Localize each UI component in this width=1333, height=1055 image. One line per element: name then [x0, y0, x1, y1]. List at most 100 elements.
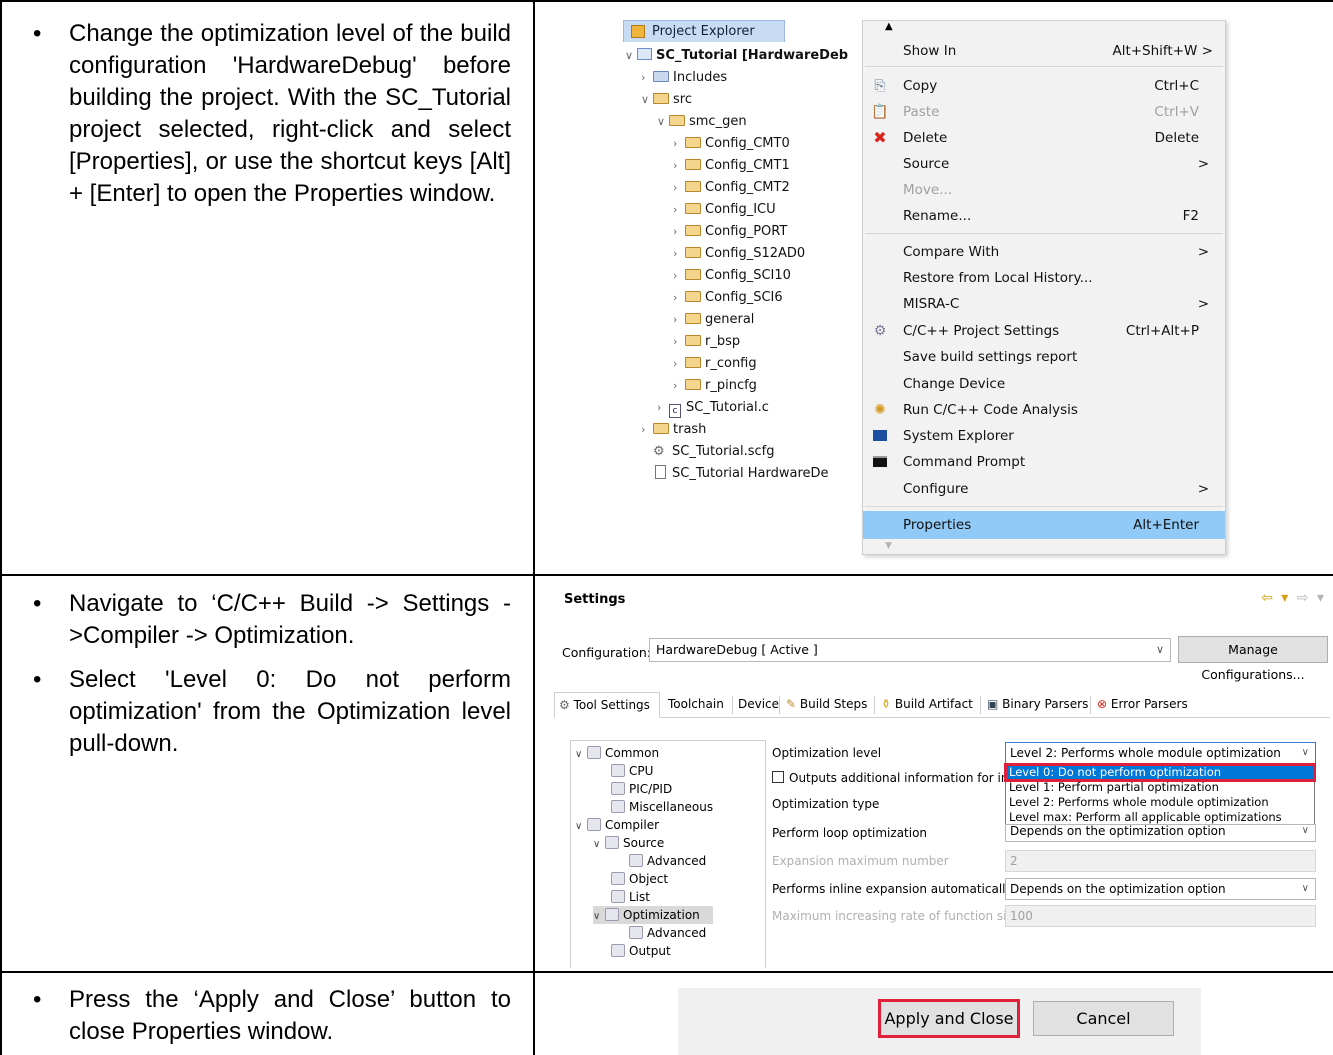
tree-label: SC_Tutorial.scfg	[672, 444, 775, 459]
tree-item-pic-pid[interactable]: PIC/PID	[611, 780, 672, 798]
loop-optimization-select[interactable]: Depends on the optimization option ∨	[1005, 824, 1316, 842]
cancel-button[interactable]: Cancel	[1033, 1001, 1174, 1036]
menu-item-save-report[interactable]: Save build settings report	[863, 344, 1225, 370]
optimization-level-dropdown: Level 0: Do not perform optimization Lev…	[1004, 763, 1316, 826]
configuration-select[interactable]: HardwareDebug [ Active ] ∨	[649, 638, 1171, 662]
tab-separator	[779, 696, 780, 714]
scroll-down-icon[interactable]: ▼	[885, 541, 892, 551]
bullet-item: • Change the optimization level of the b…	[33, 18, 511, 210]
menu-item-paste[interactable]: 📋 Paste Ctrl+V	[863, 99, 1225, 125]
c-file-icon: c	[669, 404, 681, 418]
menu-item-show-in[interactable]: Show In Alt+Shift+W >	[863, 38, 1225, 64]
tree-item-common[interactable]: ∨ Common	[575, 744, 659, 762]
tree-item-object[interactable]: Object	[611, 870, 668, 888]
menu-item-change-device[interactable]: Change Device	[863, 371, 1225, 397]
tab-build-steps[interactable]: ✎ Build Steps	[782, 692, 871, 717]
menu-item-delete[interactable]: ✖ Delete Delete	[863, 125, 1225, 151]
max-rate-input[interactable]: 100	[1005, 905, 1316, 927]
tree-item[interactable]: › c SC_Tutorial.c	[657, 397, 769, 418]
tree-item[interactable]: › Config_SCI10	[673, 265, 791, 286]
tree-item[interactable]: › Config_CMT1	[673, 155, 790, 176]
menu-item-configure[interactable]: Configure >	[863, 476, 1225, 502]
settings-tabs: ⚙ Tool Settings Toolchain Device ✎ Build…	[554, 692, 1330, 718]
outputs-info-checkbox[interactable]: Outputs additional information for inte	[772, 771, 1021, 785]
bullet-text: Select 'Level 0: Do not perform optimiza…	[69, 666, 511, 757]
tree-item[interactable]: › Config_PORT	[673, 221, 787, 242]
menu-item-source[interactable]: Source >	[863, 151, 1225, 177]
tree-item[interactable]: › r_bsp	[673, 331, 740, 352]
tree-item-advanced[interactable]: Advanced	[629, 924, 706, 942]
expansion-max-input[interactable]: 2	[1005, 850, 1316, 872]
dropdown-option-level-2[interactable]: Level 2: Performs whole module optimizat…	[1006, 795, 1314, 810]
expansion-max-label: Expansion maximum number	[772, 854, 949, 868]
tree-item[interactable]: ∨ smc_gen	[657, 111, 747, 132]
tree-item-compiler[interactable]: ∨ Compiler	[575, 816, 659, 834]
tree-item-miscellaneous[interactable]: Miscellaneous	[611, 798, 713, 816]
project-settings-icon: ⚙	[873, 323, 887, 339]
chevron-down-icon: ∨	[1301, 883, 1309, 894]
includes-icon	[653, 71, 669, 82]
tree-item[interactable]: ⚙ SC_Tutorial.scfg	[653, 441, 775, 462]
menu-item-move[interactable]: Move...	[863, 177, 1225, 203]
chevron-down-icon: ∨	[625, 49, 634, 62]
dropdown-option-level-max[interactable]: Level max: Perform all applicable optimi…	[1006, 810, 1314, 825]
settings-node-icon	[629, 854, 643, 867]
tree-item[interactable]: › Config_S12AD0	[673, 243, 805, 264]
folder-icon	[685, 291, 701, 302]
tree-item-project[interactable]: ∨ SC_Tutorial [HardwareDeb	[625, 45, 848, 66]
tree-item[interactable]: › Config_CMT0	[673, 133, 790, 154]
dropdown-option-level-0[interactable]: Level 0: Do not perform optimization	[1004, 763, 1316, 782]
menu-item-command-prompt[interactable]: Command Prompt	[863, 449, 1225, 475]
tree-item[interactable]: › Includes	[641, 67, 727, 88]
tree-item[interactable]: › Config_CMT2	[673, 177, 790, 198]
menu-item-project-settings[interactable]: ⚙ C/C++ Project Settings Ctrl+Alt+P	[863, 318, 1225, 344]
menu-item-misra-c[interactable]: MISRA-C >	[863, 291, 1225, 317]
tree-item[interactable]: › Config_SCI6	[673, 287, 783, 308]
chevron-down-icon: ∨	[1301, 825, 1309, 836]
tree-item-cpu[interactable]: CPU	[611, 762, 653, 780]
menu-item-rename[interactable]: Rename... F2	[863, 203, 1225, 229]
menu-item-copy[interactable]: ⎘ Copy Ctrl+C	[863, 73, 1225, 99]
tree-label: src	[673, 92, 692, 107]
menu-item-compare-with[interactable]: Compare With >	[863, 239, 1225, 265]
tree-item[interactable]: SC_Tutorial HardwareDe	[655, 463, 829, 484]
settings-node-icon	[611, 872, 625, 885]
tree-item-advanced[interactable]: Advanced	[629, 852, 706, 870]
tree-item-source[interactable]: ∨ Source	[593, 834, 664, 852]
tab-error-parsers[interactable]: ⊗ Error Parsers	[1093, 692, 1192, 717]
menu-item-system-explorer[interactable]: System Explorer	[863, 423, 1225, 449]
tree-item[interactable]: ∨ src	[641, 89, 692, 110]
dropdown-option-level-1[interactable]: Level 1: Perform partial optimization	[1006, 780, 1314, 795]
tree-item-optimization[interactable]: ∨ Optimization	[593, 906, 713, 924]
menu-item-code-analysis[interactable]: ✺ Run C/C++ Code Analysis	[863, 397, 1225, 423]
tab-build-artifact[interactable]: ⚱ Build Artifact	[877, 692, 977, 717]
nav-arrows-icon[interactable]: ⇦ ▾ ⇨ ▾	[1261, 590, 1326, 606]
apply-and-close-button[interactable]: Apply and Close	[878, 999, 1020, 1038]
inline-expansion-select[interactable]: Depends on the optimization option ∨	[1005, 878, 1316, 900]
tree-item[interactable]: › Config_ICU	[673, 199, 776, 220]
tree-item[interactable]: › r_config	[673, 353, 757, 374]
tab-binary-parsers[interactable]: ▣ Binary Parsers	[983, 692, 1092, 717]
tree-item-list[interactable]: List	[611, 888, 650, 906]
scroll-up-icon[interactable]: ▲	[885, 21, 893, 32]
tree-item[interactable]: › trash	[641, 419, 706, 440]
tree-item-output[interactable]: Output	[611, 942, 671, 960]
bullet-text: Navigate to ‘C/C++ Build -> Settings ->C…	[69, 590, 511, 649]
binary-parsers-icon: ▣	[987, 697, 1003, 711]
manage-configurations-button[interactable]: Manage Configurations...	[1178, 636, 1328, 682]
tree-item[interactable]: › r_pincfg	[673, 375, 757, 396]
inline-expansion-value: Depends on the optimization option	[1010, 882, 1226, 896]
chevron-right-icon: ›	[673, 181, 678, 194]
menu-item-restore-history[interactable]: Restore from Local History...	[863, 265, 1225, 291]
settings-node-icon	[605, 836, 619, 849]
project-explorer-tab[interactable]: Project Explorer	[623, 20, 785, 42]
tab-toolchain[interactable]: Toolchain	[664, 692, 728, 717]
optimization-level-select[interactable]: Level 2: Performs whole module optimizat…	[1005, 742, 1316, 764]
menu-separator	[865, 66, 1223, 67]
chevron-right-icon: ›	[673, 247, 678, 260]
menu-item-properties[interactable]: Properties Alt+Enter	[863, 511, 1225, 539]
row3-text: • Press the ‘Apply and Close’ button to …	[33, 984, 511, 1055]
tree-item[interactable]: › general	[673, 309, 754, 330]
tab-device[interactable]: Device	[734, 692, 783, 717]
tab-tool-settings[interactable]: ⚙ Tool Settings	[554, 692, 660, 718]
